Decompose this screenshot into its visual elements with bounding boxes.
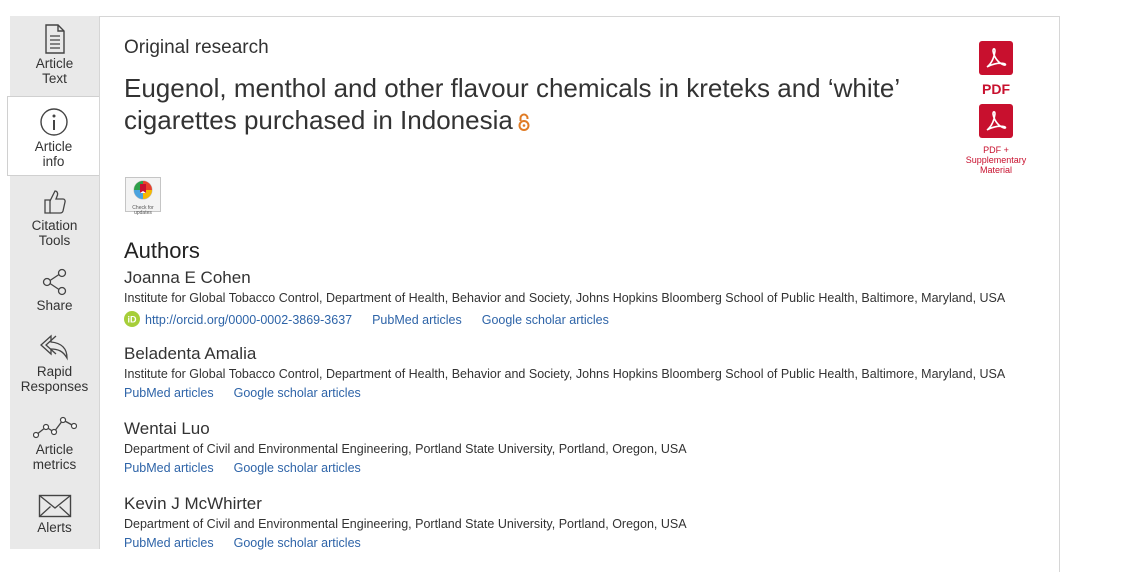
article-title-text: Eugenol, menthol and other flavour chemi… [124,73,900,135]
author-entry: Joanna E Cohen Institute for Global Toba… [124,268,1054,328]
author-affiliation: Institute for Global Tobacco Control, De… [124,367,1006,381]
orcid-link[interactable]: http://orcid.org/0000-0002-3869-3637 [145,313,352,327]
sidebar-item-label: Article [35,56,74,71]
crossmark-icon [133,180,153,200]
pdf-supplementary-label: PDF + Supplementary Material [960,145,1032,175]
pubmed-articles-link[interactable]: PubMed articles [124,461,214,475]
sidebar-item-label: Responses [20,379,89,394]
pdf-supp-line3: Material [979,165,1012,175]
sidebar-item-article-metrics[interactable]: Article metrics [10,414,99,472]
author-links: PubMed articles Google scholar articles [124,535,1054,551]
author-affiliation: Institute for Global Tobacco Control, De… [124,291,1006,305]
sidebar-item-alerts[interactable]: Alerts [10,494,99,535]
sidebar-item-rapid-responses[interactable]: Rapid Responses [10,332,99,394]
pdf-icon [979,41,1013,75]
pdf-download-button[interactable]: PDF [976,41,1016,97]
google-scholar-articles-link[interactable]: Google scholar articles [234,386,361,400]
info-icon [39,108,68,136]
sidebar-item-label: Text [42,71,67,86]
open-access-lock-icon [518,113,530,132]
authors-heading: Authors [124,238,200,263]
sidebar-item-label: Alerts [37,520,72,535]
line-chart-icon [32,416,77,439]
author-affiliation: Department of Civil and Environmental En… [124,517,687,531]
google-scholar-articles-link[interactable]: Google scholar articles [234,536,361,550]
author-name: Beladenta Amalia [124,344,257,363]
author-links: iD http://orcid.org/0000-0002-3869-3637 P… [124,311,1054,328]
author-entry: Kevin J McWhirter Department of Civil an… [124,494,1054,551]
author-entry: Beladenta Amalia Institute for Global To… [124,344,1054,401]
pdf-icon [979,104,1013,138]
sidebar-item-label: Rapid [36,364,73,379]
author-links: PubMed articles Google scholar articles [124,385,1054,401]
author-name: Joanna E Cohen [124,268,251,287]
pubmed-articles-link[interactable]: PubMed articles [124,386,214,400]
pdf-label: PDF [982,81,1010,97]
sidebar-item-citation-tools[interactable]: Citation Tools [10,188,99,248]
author-affiliation: Department of Civil and Environmental En… [124,442,687,456]
pubmed-articles-link[interactable]: PubMed articles [124,536,214,550]
sidebar-item-label: Article [34,139,73,154]
pdf-supp-line1: PDF + [983,145,1009,155]
svg-text:iD: iD [128,315,138,325]
crossmark-text: Check for updates [126,206,160,216]
sidebar-item-label: Share [36,298,73,313]
document-icon [44,24,65,54]
pdf-supp-line2: Supplementary [965,155,1027,165]
thumbs-up-icon [43,190,66,214]
sidebar-item-share[interactable]: Share [10,268,99,313]
article-sidebar-nav: Article Text Article info Citation Tools… [7,16,100,549]
check-for-updates-badge[interactable]: Check for updates [125,177,161,216]
pdf-supplementary-download-button[interactable]: PDF + Supplementary Material [960,104,1032,175]
reply-icon [39,334,68,361]
google-scholar-articles-link[interactable]: Google scholar articles [482,313,609,327]
author-links: PubMed articles Google scholar articles [124,460,1054,476]
sidebar-item-article-info[interactable]: Article info [7,96,99,176]
crossmark-line2: updates [134,210,152,216]
article-title: Eugenol, menthol and other flavour chemi… [124,72,944,136]
author-entry: Wentai Luo Department of Civil and Envir… [124,419,1054,476]
author-name: Kevin J McWhirter [124,494,262,513]
sidebar-item-article-text[interactable]: Article Text [10,24,99,86]
sidebar-item-label: Tools [38,233,71,248]
google-scholar-articles-link[interactable]: Google scholar articles [234,461,361,475]
orcid-icon: iD [124,311,140,327]
article-section-label: Original research [124,37,269,58]
envelope-icon [38,494,71,518]
sidebar-item-label: Article [35,442,74,457]
sidebar-item-label: metrics [32,457,77,472]
author-name: Wentai Luo [124,419,210,438]
pubmed-articles-link[interactable]: PubMed articles [372,313,462,327]
sidebar-item-label: Citation [31,218,78,233]
share-icon [42,268,66,296]
sidebar-item-label: info [42,154,65,169]
